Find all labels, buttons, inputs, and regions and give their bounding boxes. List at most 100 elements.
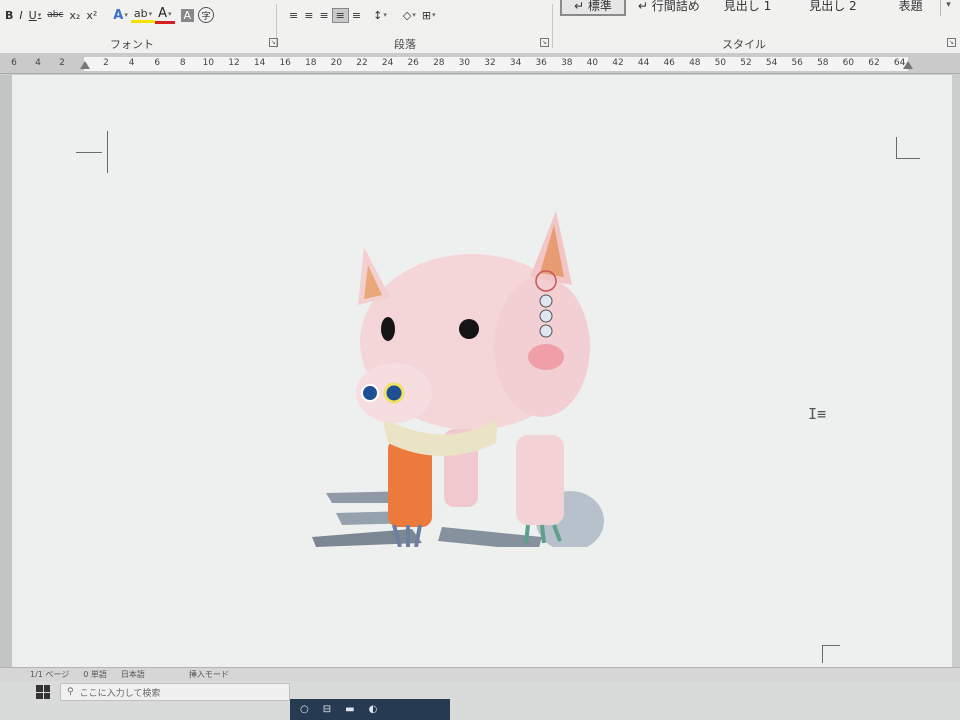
ruler-number: 60: [842, 58, 855, 68]
right-indent-icon[interactable]: [903, 61, 913, 69]
edge-icon[interactable]: ◐: [369, 704, 378, 715]
taskbar-search[interactable]: ⚲ ここに入力して検索: [60, 683, 290, 701]
highlight-button[interactable]: ab ▾: [130, 7, 156, 23]
chevron-down-icon: ▾: [432, 11, 436, 19]
selection-handle-icon[interactable]: [539, 324, 553, 338]
ruler-number: 44: [637, 58, 650, 68]
paragraph-dialog-launcher-icon[interactable]: ↘: [540, 38, 549, 47]
status-mode[interactable]: 挿入モード: [189, 669, 229, 680]
ruler-number: 4: [128, 58, 135, 68]
ruler-number: 46: [663, 58, 675, 68]
style-heading-1[interactable]: 見出し 1: [712, 0, 783, 16]
align-left-button[interactable]: ≡: [286, 9, 301, 22]
ruler-number: 56: [791, 58, 803, 68]
document-page[interactable]: I≡: [12, 75, 952, 667]
text-effects-button[interactable]: A ▾: [110, 8, 131, 23]
align-right-button[interactable]: ≡: [316, 9, 331, 22]
status-page[interactable]: 1/1 ページ: [30, 669, 69, 680]
underline-label: U: [28, 8, 37, 22]
chevron-down-icon: ▾: [412, 11, 416, 19]
horizontal-ruler[interactable]: 6 4 2 2 4 6 8 10 12 14 16 18 20 22 24 26 28 30 32 34 36 38 40 4…: [0, 54, 960, 74]
status-bar: 1/1 ページ 0 単語 日本語 挿入モード: [0, 667, 960, 681]
ruler-number: 32: [484, 58, 496, 68]
selection-handle-icon[interactable]: [539, 294, 553, 308]
task-view-icon[interactable]: ○: [300, 704, 309, 715]
subscript-button[interactable]: x₂: [66, 9, 83, 22]
ruler-number: 6: [11, 58, 17, 68]
pig-illustration[interactable]: [292, 207, 692, 547]
char-shading-button[interactable]: A: [180, 8, 195, 22]
ribbon: B I U ▾ abc x₂ x² A ▾ ab ▾ A ▾ A 字 ≡ ≡ ≡ ≡ ≡…: [0, 0, 960, 54]
pig-nostril: [361, 384, 379, 402]
ruler-number: 28: [433, 58, 445, 68]
chevron-down-icon: ▾: [124, 11, 128, 19]
style-title[interactable]: 表題: [869, 0, 935, 16]
font-color-button[interactable]: A ▾: [155, 6, 175, 24]
crop-mark-top-right: [896, 137, 920, 159]
crop-mark-top-left-h: [76, 152, 102, 153]
bold-button[interactable]: B: [2, 9, 16, 22]
distribute-button[interactable]: ≡: [349, 9, 364, 22]
ruler-number: 42: [612, 58, 624, 68]
search-icon: ⚲: [67, 687, 74, 697]
ruler-number: 50: [714, 58, 727, 68]
windows-icon[interactable]: [36, 685, 50, 699]
styles-dialog-launcher-icon[interactable]: ↘: [947, 38, 956, 47]
font-color-label: A: [158, 6, 167, 21]
ruler-number: 26: [407, 58, 419, 68]
italic-button[interactable]: I: [16, 9, 25, 22]
ruler-number: 4: [35, 58, 41, 68]
highlight-label: ab: [133, 7, 148, 20]
enclose-char-button[interactable]: 字: [198, 7, 215, 23]
style-no-spacing[interactable]: ↵ 行間詰め: [626, 0, 712, 16]
ruler-number: 38: [561, 58, 573, 68]
style-heading-2[interactable]: 見出し 2: [783, 0, 868, 16]
file-explorer-icon[interactable]: ▬: [345, 704, 354, 715]
align-center-button[interactable]: ≡: [301, 9, 316, 22]
first-line-indent-icon[interactable]: [80, 61, 90, 69]
pig-hoof: [392, 524, 422, 547]
font-group-label: フォント: [110, 38, 154, 51]
paragraph-row: ≡ ≡ ≡ ≡ ≡ ↕ ▾ ◇ ▾ ⊞ ▾: [286, 2, 439, 28]
ruler-number: 22: [356, 58, 368, 68]
font-dialog-launcher-icon[interactable]: ↘: [269, 38, 278, 47]
style-gallery: ↵ 標準 ↵ 行間詰め 見出し 1 見出し 2 表題: [560, 0, 960, 20]
borders-button[interactable]: ⊞ ▾: [419, 9, 439, 22]
ruler-number: 2: [59, 58, 65, 68]
style-normal[interactable]: ↵ 標準: [560, 0, 626, 16]
justify-button[interactable]: ≡: [331, 7, 349, 23]
strikethrough-button[interactable]: abc: [44, 10, 66, 20]
search-placeholder: ここに入力して検索: [79, 688, 161, 699]
taskbar-apps: ○ ⊟ ▬ ◐: [290, 699, 450, 720]
pig-cheek: [528, 344, 564, 370]
gallery-more-icon[interactable]: ▾: [940, 0, 956, 16]
ruler-number: 8: [179, 58, 186, 68]
ruler-number: 24: [381, 58, 394, 68]
task-switch-icon[interactable]: ⊟: [323, 704, 331, 715]
underline-button[interactable]: U ▾: [26, 9, 45, 22]
status-language[interactable]: 日本語: [121, 669, 145, 680]
ruler-number: 48: [689, 58, 701, 68]
ruler-number: 16: [279, 58, 291, 68]
ruler-number: 12: [228, 58, 240, 68]
document-area: I≡: [0, 75, 960, 667]
chevron-down-icon: ▾: [383, 11, 387, 19]
selection-handle-icon[interactable]: [539, 309, 553, 323]
pig-eye: [459, 319, 479, 339]
line-spacing-button[interactable]: ↕ ▾: [370, 9, 390, 22]
ruler-number: 10: [202, 58, 215, 68]
shading-button[interactable]: ◇ ▾: [400, 9, 419, 22]
ruler-number: 52: [740, 58, 752, 68]
font-format-row: B I U ▾ abc x₂ x² A ▾ ab ▾ A ▾ A 字: [2, 2, 215, 28]
ruler-number: 18: [305, 58, 317, 68]
ruler-number: 54: [765, 58, 778, 68]
status-words[interactable]: 0 単語: [83, 669, 107, 680]
superscript-button[interactable]: x²: [83, 9, 100, 22]
ruler-number: 58: [817, 58, 829, 68]
text-cursor-icon: I≡: [808, 405, 827, 423]
ruler-number: 6: [154, 58, 161, 68]
chevron-down-icon: ▾: [167, 9, 172, 18]
pig-shadow: [312, 529, 422, 547]
taskbar: ⚲ ここに入力して検索 ○ ⊟ ▬ ◐: [0, 681, 960, 720]
shading-label: ◇: [402, 8, 412, 22]
